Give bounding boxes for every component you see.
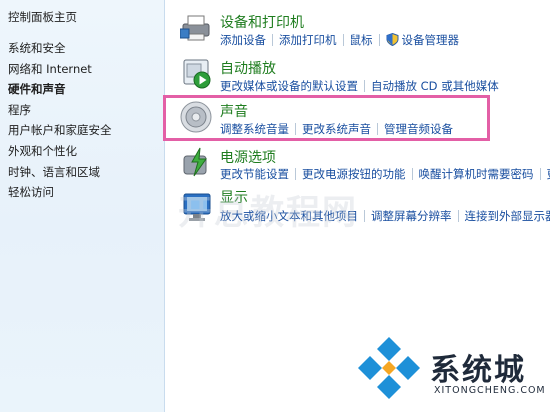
change-power-button-link[interactable]: 更改电源按钮的功能 xyxy=(302,167,406,181)
mouse-link[interactable]: 鼠标 xyxy=(350,33,373,47)
logo-domain-text: XITONGCHENG.COM xyxy=(434,385,546,396)
sidebar-item-appearance[interactable]: 外观和个性化 xyxy=(8,141,112,162)
devices-links: 添加设备 添加打印机 鼠标 设备管理器 xyxy=(220,32,459,48)
logo-brand-text: 系统城 xyxy=(430,353,526,388)
autoplay-links: 更改媒体或设备的默认设置 自动播放 CD 或其他媒体 xyxy=(220,78,499,94)
change-power-saving-link[interactable]: 更改节能设置 xyxy=(220,167,289,181)
sidebar-item-ease-of-access[interactable]: 轻松访问 xyxy=(8,182,112,203)
connect-external-display-link[interactable]: 连接到外部显示器 xyxy=(465,209,550,223)
sidebar-item-network-internet[interactable]: 网络和 Internet xyxy=(8,59,112,80)
sidebar-item-programs[interactable]: 程序 xyxy=(8,100,112,121)
highlight-box xyxy=(163,95,490,141)
divider xyxy=(342,34,344,46)
divider xyxy=(411,168,413,180)
change-media-defaults-link[interactable]: 更改媒体或设备的默认设置 xyxy=(220,79,358,93)
divider xyxy=(539,168,541,180)
site-logo: 系统城 XITONGCHENG.COM xyxy=(356,333,546,405)
printer-icon[interactable] xyxy=(180,10,214,44)
divider xyxy=(364,80,365,92)
power-options-title[interactable]: 电源选项 xyxy=(220,147,276,167)
logo-diamond-icon xyxy=(358,337,420,399)
shield-icon xyxy=(386,32,398,47)
watermark: 开总教程网 xyxy=(178,193,358,233)
sidebar: 控制面板主页 系统和安全 网络和 Internet 硬件和声音 程序 用户帐户和… xyxy=(0,0,165,412)
divider xyxy=(272,34,273,46)
adjust-resolution-link[interactable]: 调整屏幕分辨率 xyxy=(371,209,452,223)
add-printer-link[interactable]: 添加打印机 xyxy=(279,33,337,47)
control-panel-home-link[interactable]: 控制面板主页 xyxy=(8,9,77,25)
add-device-link[interactable]: 添加设备 xyxy=(220,33,266,47)
power-icon[interactable] xyxy=(180,146,214,180)
autoplay-title[interactable]: 自动播放 xyxy=(220,58,276,78)
change-link[interactable]: 更改 xyxy=(547,167,550,181)
autoplay-icon[interactable] xyxy=(180,56,214,90)
divider xyxy=(295,168,296,180)
require-password-on-wake-link[interactable]: 唤醒计算机时需要密码 xyxy=(419,167,534,181)
autoplay-cd-link[interactable]: 自动播放 CD 或其他媒体 xyxy=(371,79,499,93)
divider xyxy=(457,210,459,222)
divider xyxy=(378,34,380,46)
sidebar-item-user-accounts[interactable]: 用户帐户和家庭安全 xyxy=(8,120,112,141)
sidebar-item-system-security[interactable]: 系统和安全 xyxy=(8,38,112,59)
sidebar-list: 系统和安全 网络和 Internet 硬件和声音 程序 用户帐户和家庭安全 外观… xyxy=(8,38,112,203)
device-manager-link[interactable]: 设备管理器 xyxy=(402,33,460,47)
devices-printers-title[interactable]: 设备和打印机 xyxy=(220,12,304,32)
sidebar-item-hardware-sound[interactable]: 硬件和声音 xyxy=(8,79,112,100)
sidebar-item-clock-language-region[interactable]: 时钟、语言和区域 xyxy=(8,162,112,183)
power-links: 更改节能设置更改电源按钮的功能唤醒计算机时需要密码更改 xyxy=(220,166,550,182)
divider xyxy=(364,210,365,222)
